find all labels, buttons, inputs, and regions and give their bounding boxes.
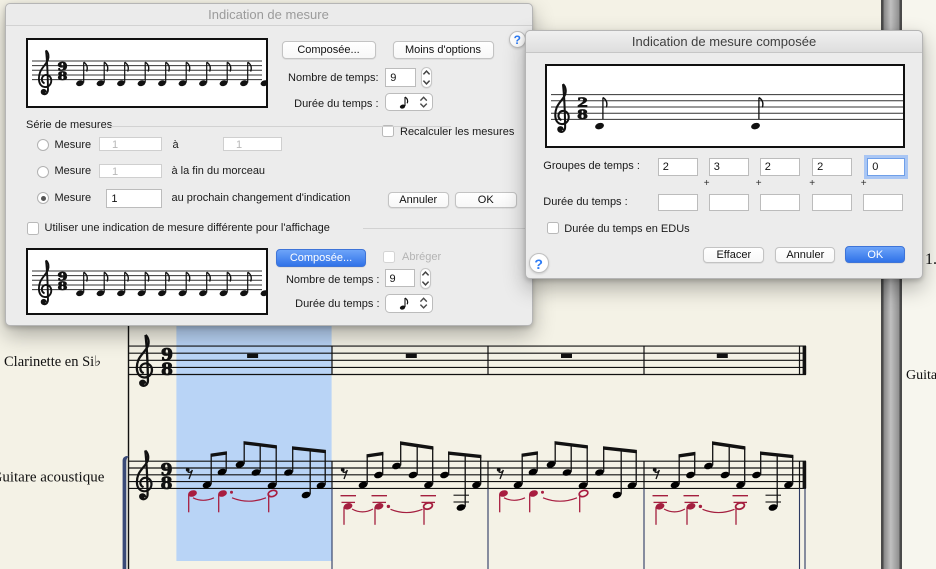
svg-text:1.: 1. xyxy=(925,251,936,268)
svg-text:8: 8 xyxy=(58,68,68,83)
svg-text:8: 8 xyxy=(161,473,173,494)
svg-text:Clarinette en Si♭: Clarinette en Si♭ xyxy=(4,354,101,370)
svg-text:8: 8 xyxy=(577,107,588,123)
svg-text:8: 8 xyxy=(161,359,173,380)
svg-text:Guitare acoustique: Guitare acoustique xyxy=(0,470,105,486)
svg-text:Guitare: Guitare xyxy=(906,368,936,383)
svg-text:8: 8 xyxy=(58,278,68,293)
